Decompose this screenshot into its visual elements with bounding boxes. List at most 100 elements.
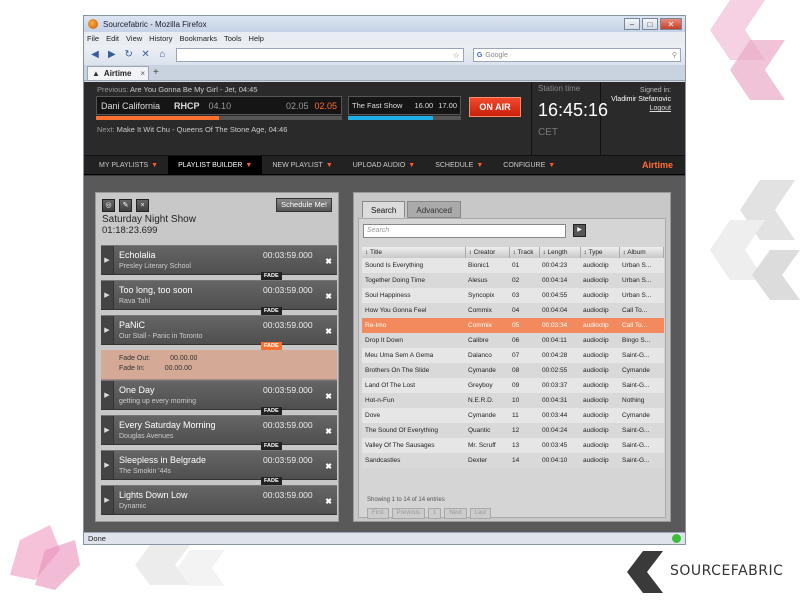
menu-edit[interactable]: Edit <box>106 34 119 43</box>
stop-icon[interactable]: ✕ <box>139 48 153 62</box>
new-playlist-icon[interactable]: ◎ <box>102 198 115 212</box>
fade-out-value[interactable]: 00.00.00 <box>170 355 197 362</box>
library-search-input[interactable]: Search <box>363 224 566 238</box>
menu-file[interactable]: File <box>87 34 99 43</box>
table-row[interactable]: Sandcastles Dexter 14 00:04:10 audioclip Sain… <box>362 453 664 468</box>
tab-search[interactable]: Search <box>362 201 406 218</box>
remove-item-icon[interactable]: ✖ <box>325 497 332 506</box>
page-next[interactable]: Next <box>444 508 467 519</box>
nav-configure[interactable]: CONFIGURE ▼ <box>493 156 565 175</box>
remove-item-icon[interactable]: ✖ <box>325 427 332 436</box>
bookmark-star-icon[interactable]: ☆ <box>453 51 460 60</box>
search-bar[interactable]: G Google ⚲ <box>472 48 681 62</box>
tab-advanced[interactable]: Advanced <box>407 201 461 218</box>
fade-button[interactable]: FADE <box>261 407 282 415</box>
nav-new-playlist[interactable]: NEW PLAYLIST ▼ <box>262 156 342 175</box>
table-row[interactable]: Together Doing Time Alesus 02 00:04:14 audio… <box>362 273 664 288</box>
magnifier-icon[interactable]: ⚲ <box>672 51 680 59</box>
menu-help[interactable]: Help <box>249 34 264 43</box>
menu-tools[interactable]: Tools <box>224 34 242 43</box>
table-row[interactable]: How You Gonna Feel Commix 04 00:04:04 audioc… <box>362 303 664 318</box>
url-bar[interactable]: ☆ <box>176 48 464 62</box>
play-icon[interactable]: ▶ <box>101 451 114 479</box>
playlist-item[interactable]: ▶ Too long, too soon Rava Tahl 00:03:59.… <box>101 280 337 310</box>
nav-upload-audio[interactable]: UPLOAD AUDIO ▼ <box>343 156 425 175</box>
fade-button[interactable]: FADE <box>261 307 282 315</box>
cell-title: How You Gonna Feel <box>362 303 465 318</box>
remove-item-icon[interactable]: ✖ <box>325 292 332 301</box>
playlist-item[interactable]: ▶ One Day getting up every morning 00:03… <box>101 380 337 410</box>
cell-length: 00:03:37 <box>539 378 580 393</box>
table-row[interactable]: Dove Cymande 11 00:03:44 audioclip Cymande <box>362 408 664 423</box>
play-icon[interactable]: ▶ <box>101 486 114 514</box>
nav-my-playlists[interactable]: MY PLAYLISTS ▼ <box>89 156 168 175</box>
playlist-item[interactable]: ▶ Every Saturday Morning Douglas Avenues… <box>101 415 337 445</box>
remove-item-icon[interactable]: ✖ <box>325 462 332 471</box>
col-length[interactable]: ↕ Length <box>539 247 581 258</box>
table-row[interactable]: Hot-n-Fun N.E.R.D. 10 00:04:31 audioclip Noth… <box>362 393 664 408</box>
schedule-me-button[interactable]: Schedule Me! <box>276 198 332 212</box>
play-icon[interactable]: ▶ <box>101 281 114 309</box>
nav-playlist-builder[interactable]: PLAYLIST BUILDER ▼ <box>168 155 263 175</box>
page-first[interactable]: First <box>367 508 389 519</box>
page-last[interactable]: Last <box>469 508 492 519</box>
table-row[interactable]: Sound Is Everything Bionic1 01 00:04:23 audi… <box>362 258 664 273</box>
close-playlist-icon[interactable]: × <box>136 198 149 212</box>
fade-button[interactable]: FADE <box>261 272 282 280</box>
col-creator[interactable]: ↕ Creator <box>465 247 510 258</box>
table-row[interactable]: Drop It Down Calibre 06 00:04:11 audioclip Bi… <box>362 333 664 348</box>
reload-icon[interactable]: ↻ <box>122 48 136 62</box>
cell-type: audioclip <box>580 363 619 378</box>
play-icon[interactable]: ▶ <box>101 316 114 344</box>
menu-view[interactable]: View <box>126 34 142 43</box>
play-icon[interactable]: ▶ <box>101 246 114 274</box>
playlist-item[interactable]: ▶ Echolalia Presley Literary School 00:0… <box>101 245 337 275</box>
fade-in-value[interactable]: 00.00.00 <box>165 365 192 372</box>
item-length: 00:03:59.000 <box>263 320 313 330</box>
new-tab-icon[interactable]: + <box>153 66 159 80</box>
play-icon[interactable]: ▶ <box>101 381 114 409</box>
minimize-button[interactable]: – <box>624 18 640 30</box>
remove-item-icon[interactable]: ✖ <box>325 257 332 266</box>
col-album[interactable]: ↕ Album <box>619 247 664 258</box>
table-row[interactable]: Brothers On The Slide Cymande 08 00:02:55 au… <box>362 363 664 378</box>
menu-bookmarks[interactable]: Bookmarks <box>180 34 218 43</box>
table-row[interactable]: Meu Uma Sem A Gema Dalanco 07 00:04:28 audio… <box>362 348 664 363</box>
playlist-item[interactable]: ▶ PaNiC Our Stall - Panic in Toronto 00:… <box>101 315 337 345</box>
col-type[interactable]: ↕ Type <box>580 247 620 258</box>
playlist-item[interactable]: ▶ Lights Down Low Dynamic 00:03:59.000 ✖ <box>101 485 337 515</box>
tab-airtime[interactable]: ▲ Airtime × <box>87 66 149 80</box>
main-area: ◎ ✎ × Schedule Me! Saturday Night Show 0… <box>84 176 685 532</box>
back-icon[interactable]: ◀ <box>88 48 102 62</box>
table-row[interactable]: Re-Imo Commix 05 00:03:34 audioclip Call To..… <box>362 318 664 333</box>
table-row[interactable]: Soul Happiness Syncopix 03 00:04:55 audiocli… <box>362 288 664 303</box>
library-content: Search ▶ ↕ Title ↕ Creator ↕ Track ↕ Len… <box>358 218 666 519</box>
playlist-item[interactable]: ▶ Sleepless in Belgrade The Smokin '44s … <box>101 450 337 480</box>
close-tab-icon[interactable]: × <box>140 69 145 78</box>
page-previous[interactable]: Previous <box>391 508 426 519</box>
edit-icon[interactable]: ✎ <box>119 198 132 212</box>
fade-button[interactable]: FADE <box>261 442 282 450</box>
table-row[interactable]: Valley Of The Sausages Mr. Scruff 13 00:03:… <box>362 438 664 453</box>
cell-creator: N.E.R.D. <box>465 393 509 408</box>
nav-schedule[interactable]: SCHEDULE ▼ <box>425 156 493 175</box>
fade-button[interactable]: FADE <box>261 477 282 485</box>
remove-item-icon[interactable]: ✖ <box>325 392 332 401</box>
table-row[interactable]: The Sound Of Everything Quantic 12 00:04:24… <box>362 423 664 438</box>
search-go-icon[interactable]: ▶ <box>573 224 586 237</box>
forward-icon[interactable]: ▶ <box>105 48 119 62</box>
close-window-button[interactable]: ✕ <box>660 18 682 30</box>
page-1[interactable]: 1 <box>428 508 442 519</box>
home-icon[interactable]: ⌂ <box>156 48 170 62</box>
table-row[interactable]: Land Of The Lost Greyboy 09 00:03:37 audiocl… <box>362 378 664 393</box>
col-track[interactable]: ↕ Track <box>509 247 540 258</box>
play-icon[interactable]: ▶ <box>101 416 114 444</box>
col-title[interactable]: ↕ Title <box>362 247 466 258</box>
remove-item-icon[interactable]: ✖ <box>325 327 332 336</box>
fade-button-active[interactable]: FADE <box>261 342 282 350</box>
logout-link[interactable]: Logout <box>611 104 671 113</box>
maximize-button[interactable]: □ <box>642 18 658 30</box>
current-length: 04.10 <box>208 100 232 111</box>
menu-history[interactable]: History <box>149 34 172 43</box>
cell-length: 00:03:44 <box>539 408 580 423</box>
